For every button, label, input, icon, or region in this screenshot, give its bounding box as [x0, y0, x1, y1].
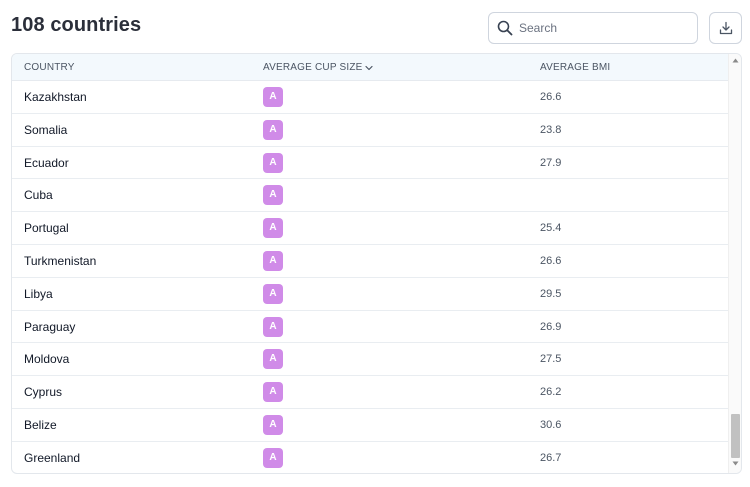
- table-row[interactable]: Paraguay A 26.9: [12, 311, 728, 344]
- country-name: Cyprus: [24, 385, 63, 400]
- column-header-cup-size-label: AVERAGE CUP SIZE: [263, 62, 363, 73]
- cup-size-badge: A: [263, 349, 283, 370]
- column-header-country[interactable]: COUNTRY: [24, 54, 75, 81]
- table-row[interactable]: Kazakhstan A 26.6: [12, 81, 728, 114]
- cup-size-badge: A: [263, 414, 283, 435]
- bmi-value: 26.2: [540, 386, 562, 399]
- country-name: Libya: [24, 286, 53, 301]
- table-row[interactable]: Portugal A 25.4: [12, 212, 728, 245]
- bmi-value: 26.7: [540, 451, 562, 464]
- cup-size-badge: A: [263, 447, 283, 468]
- vertical-scrollbar[interactable]: [728, 54, 741, 473]
- table-row[interactable]: Cyprus A 26.2: [12, 376, 728, 409]
- bmi-value: 23.8: [540, 123, 562, 136]
- cup-size-badge: A: [263, 382, 283, 403]
- table-row[interactable]: Somalia A 23.8: [12, 114, 728, 147]
- download-icon: [719, 21, 732, 35]
- column-header-bmi[interactable]: AVERAGE BMI: [540, 54, 610, 81]
- bmi-value: 27.5: [540, 353, 562, 366]
- country-name: Cuba: [24, 188, 53, 203]
- page-header: 108 countries: [0, 0, 750, 54]
- cup-size-badge: A: [263, 316, 283, 337]
- country-name: Greenland: [24, 450, 81, 465]
- column-header-cup-size[interactable]: AVERAGE CUP SIZE: [263, 54, 373, 81]
- country-name: Kazakhstan: [24, 90, 87, 104]
- chevron-down-icon: [364, 65, 373, 70]
- bmi-value: 30.6: [540, 418, 562, 431]
- cup-size-badge: A: [263, 218, 283, 239]
- table-body: Kazakhstan A 26.6 Somalia A 23.8 Ecuador A 27.9 C…: [12, 81, 728, 473]
- table-row[interactable]: Greenland A 26.7: [12, 442, 728, 473]
- page-title: 108 countries: [11, 14, 142, 36]
- download-button[interactable]: [709, 12, 742, 44]
- search-box[interactable]: [488, 12, 698, 44]
- country-name: Belize: [24, 417, 57, 432]
- bmi-value: 27.9: [540, 156, 562, 169]
- table-row[interactable]: Cuba A: [12, 179, 728, 213]
- bmi-value: 29.5: [540, 287, 562, 300]
- bmi-value: 26.6: [540, 91, 562, 103]
- country-name: Ecuador: [24, 155, 69, 170]
- country-name: Portugal: [24, 221, 69, 236]
- table-header: COUNTRY AVERAGE CUP SIZE AVERAGE BMI: [12, 54, 728, 81]
- table-row[interactable]: Moldova A 27.5: [12, 343, 728, 377]
- bmi-value: 26.6: [540, 254, 562, 267]
- table-row[interactable]: Turkmenistan A 26.6: [12, 245, 728, 278]
- bmi-value: 25.4: [540, 222, 562, 235]
- table-row[interactable]: Ecuador A 27.9: [12, 147, 728, 180]
- country-name: Moldova: [24, 352, 70, 367]
- cup-size-badge: A: [263, 185, 283, 206]
- countries-table: COUNTRY AVERAGE CUP SIZE AVERAGE BMI Kaz…: [11, 53, 742, 474]
- cup-size-badge: A: [263, 283, 283, 304]
- table-row[interactable]: Belize A 30.6: [12, 409, 728, 442]
- cup-size-badge: A: [263, 87, 283, 107]
- table-row[interactable]: Libya A 29.5: [12, 278, 728, 311]
- country-name: Paraguay: [24, 319, 76, 334]
- search-icon: [497, 20, 513, 36]
- search-input[interactable]: [519, 18, 689, 38]
- cup-size-badge: A: [263, 250, 283, 271]
- bmi-value: 26.9: [540, 320, 562, 333]
- country-name: Turkmenistan: [24, 253, 97, 268]
- scrollbar-thumb[interactable]: [731, 414, 740, 458]
- cup-size-badge: A: [263, 152, 283, 173]
- country-name: Somalia: [24, 122, 68, 137]
- scroll-down-arrow-icon[interactable]: [732, 461, 739, 466]
- scroll-up-arrow-icon[interactable]: [732, 58, 739, 63]
- cup-size-badge: A: [263, 119, 283, 140]
